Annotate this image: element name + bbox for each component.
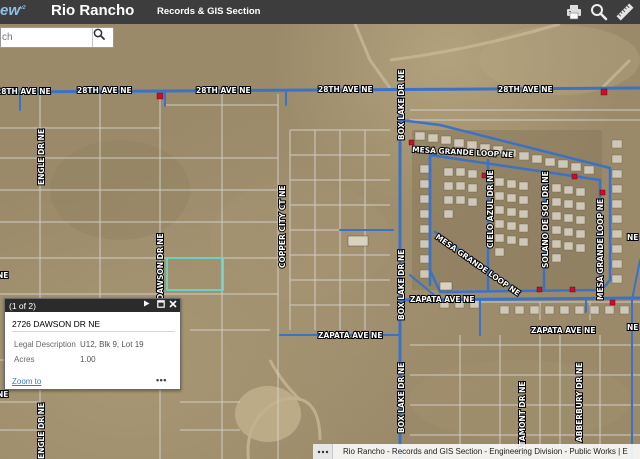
close-button[interactable] (169, 300, 179, 311)
maximize-icon (157, 300, 165, 308)
street-label: NE (0, 390, 8, 399)
divider (12, 331, 175, 332)
app-logo: ewv2 (0, 2, 26, 19)
field-label: Acres (14, 355, 35, 364)
street-label: NE (627, 323, 638, 332)
street-label: ENGLE DR NE (37, 403, 46, 459)
search-button[interactable] (92, 28, 113, 47)
measure-icon[interactable] (615, 2, 635, 22)
street-label: CIELO AZUL DR NE (486, 170, 495, 248)
maximize-button[interactable] (157, 300, 167, 311)
search-icon (93, 28, 105, 40)
play-icon (144, 300, 150, 307)
close-icon (169, 300, 177, 308)
street-label: 28TH AVE NE (0, 87, 51, 96)
street-label: COPPER CITY CT NE (278, 186, 287, 268)
field-value: U12, Blk 9, Lot 19 (80, 340, 144, 349)
street-label: SOLANO DE SOL DR NE (541, 171, 550, 268)
street-label: 28TH AVE NE (498, 85, 553, 94)
app-header: ewv2 Rio Rancho Records & GIS Section (0, 0, 640, 24)
search-input[interactable] (1, 28, 93, 47)
street-label: BOX LAKE DR NE (397, 363, 406, 433)
street-label: ENGLE DR NE (37, 129, 46, 185)
street-label: MESA GRANDE LOOP NE (596, 199, 605, 300)
street-label: BOX LAKE DR NE (397, 70, 406, 140)
street-label: BOX LAKE DR NE (397, 250, 406, 320)
search-icon[interactable] (589, 2, 609, 22)
zoom-to-link[interactable]: Zoom to (12, 377, 41, 386)
popup-titlebar: (1 of 2) (5, 299, 180, 312)
map-view[interactable]: 28TH AVE NE 28TH AVE NE 28TH AVE NE 28TH… (0, 24, 640, 459)
clearing (235, 386, 301, 442)
structure (347, 235, 369, 247)
print-icon[interactable] (564, 2, 584, 22)
attribution-text: Rio Rancho - Records and GIS Section - E… (343, 447, 628, 456)
info-popup: (1 of 2) 2726 DAWSON DR NE Legal Descrip… (4, 298, 181, 390)
street-label: 28TH AVE NE (77, 86, 132, 95)
popup-count: (1 of 2) (9, 300, 36, 311)
street-label: ZAPATA AVE NE (318, 331, 382, 340)
attribution-toggle[interactable] (313, 444, 333, 459)
street-label: NE (627, 233, 638, 242)
street-label: ZAPATA AVE NE (410, 295, 474, 304)
street-label: ABBERBURY DR NE (575, 363, 584, 442)
attribution-bar: Rio Rancho - Records and GIS Section - E… (313, 444, 640, 459)
app-subtitle: Records & GIS Section (157, 6, 261, 17)
ellipsis-icon (317, 450, 329, 454)
structure (439, 281, 453, 291)
next-feature-button[interactable] (143, 300, 153, 311)
street-label: NE (0, 271, 8, 280)
street-label: 28TH AVE NE (318, 85, 373, 94)
more-actions-button[interactable]: ••• (156, 375, 167, 385)
field-label: Legal Description (14, 340, 76, 349)
selected-parcel[interactable] (166, 257, 224, 291)
search-box (0, 27, 114, 48)
field-value: 1.00 (80, 355, 96, 364)
street-label: DAWSON DR NE (156, 233, 165, 300)
street-label: 28TH AVE NE (196, 86, 251, 95)
app-title: Rio Rancho (51, 2, 135, 19)
street-label: ZAPATA AVE NE (531, 326, 595, 335)
popup-title: 2726 DAWSON DR NE (12, 319, 101, 329)
map-canvas[interactable]: 28TH AVE NE 28TH AVE NE 28TH AVE NE 28TH… (0, 24, 640, 459)
